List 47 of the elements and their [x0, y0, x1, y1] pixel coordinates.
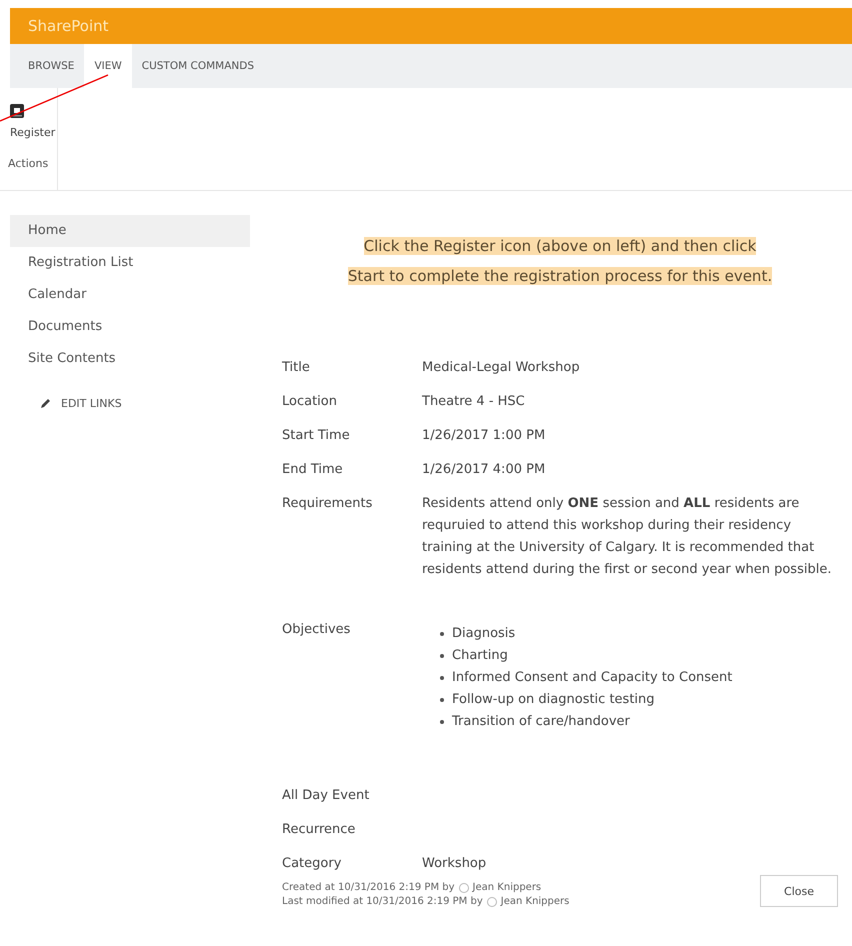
- list-item: Transition of care/handover: [452, 713, 630, 731]
- field-label: Objectives: [282, 621, 352, 639]
- field-value: 1/26/2017 1:00 PM: [422, 428, 546, 443]
- field-label: Title: [282, 359, 311, 377]
- ribbon-tab[interactable]: BROWSE: [18, 44, 84, 88]
- bullet-icon: [440, 676, 444, 680]
- list-item: Diagnosis: [452, 625, 516, 643]
- close-button[interactable]: Close: [760, 875, 838, 907]
- field-label: Requirements: [282, 495, 374, 513]
- nav-link[interactable]: Calendar: [10, 279, 250, 311]
- ribbon-tab[interactable]: VIEW: [84, 44, 132, 88]
- field-value: Residents attend only ONE session and ALL residents are requruied to attend this workshop during their residency training at the University of Calgary. It is recommended that residents attend during the first or second year when possible.: [422, 495, 832, 579]
- field-value: Theatre 4 - HSC: [422, 394, 525, 409]
- modified-info: Last modified at 10/31/2016 2:19 PM by: [282, 895, 483, 909]
- created-info: Created at 10/31/2016 2:19 PM by: [282, 881, 455, 895]
- field-value: 1/26/2017 4:00 PM: [422, 462, 546, 477]
- field-label: Category: [282, 855, 342, 873]
- nav-link[interactable]: Documents: [10, 311, 250, 343]
- bullet-icon: [440, 654, 444, 658]
- field-label: All Day Event: [282, 787, 370, 805]
- field-label: End Time: [282, 461, 344, 479]
- list-item: Charting: [452, 647, 508, 665]
- bullet-icon: [440, 720, 444, 724]
- ribbon-tab[interactable]: CUSTOM COMMANDS: [132, 44, 264, 88]
- list-item: Follow-up on diagnostic testing: [452, 691, 655, 709]
- notice-text: Click the Register icon (above on left) and then click: [364, 237, 756, 255]
- pencil-icon: [40, 398, 51, 409]
- nav-link[interactable]: Site Contents: [10, 343, 250, 375]
- author-link[interactable]: Jean Knippers: [472, 881, 542, 895]
- notice-text: Start to complete the registration process for this event.: [348, 267, 772, 285]
- list-item: Informed Consent and Capacity to Consent: [452, 669, 732, 687]
- bullet-icon: [440, 632, 444, 636]
- register-icon: [10, 104, 24, 118]
- field-value: Medical-Legal Workshop: [422, 360, 580, 375]
- nav-link[interactable]: Registration List: [10, 247, 250, 279]
- field-label: Location: [282, 393, 338, 411]
- group-label: Actions: [8, 157, 50, 170]
- author-link[interactable]: Jean Knippers: [500, 895, 570, 909]
- field-value: Workshop: [422, 856, 486, 871]
- presence-icon: [458, 883, 469, 893]
- field-label: Recurrence: [282, 821, 356, 839]
- nav-link[interactable]: Home: [10, 215, 250, 247]
- presence-icon: [486, 897, 497, 907]
- field-label: Start Time: [282, 427, 351, 445]
- bullet-icon: [440, 698, 444, 702]
- edit-links-link[interactable]: EDIT LINKS: [10, 375, 250, 432]
- register-button[interactable]: Register: [8, 104, 57, 139]
